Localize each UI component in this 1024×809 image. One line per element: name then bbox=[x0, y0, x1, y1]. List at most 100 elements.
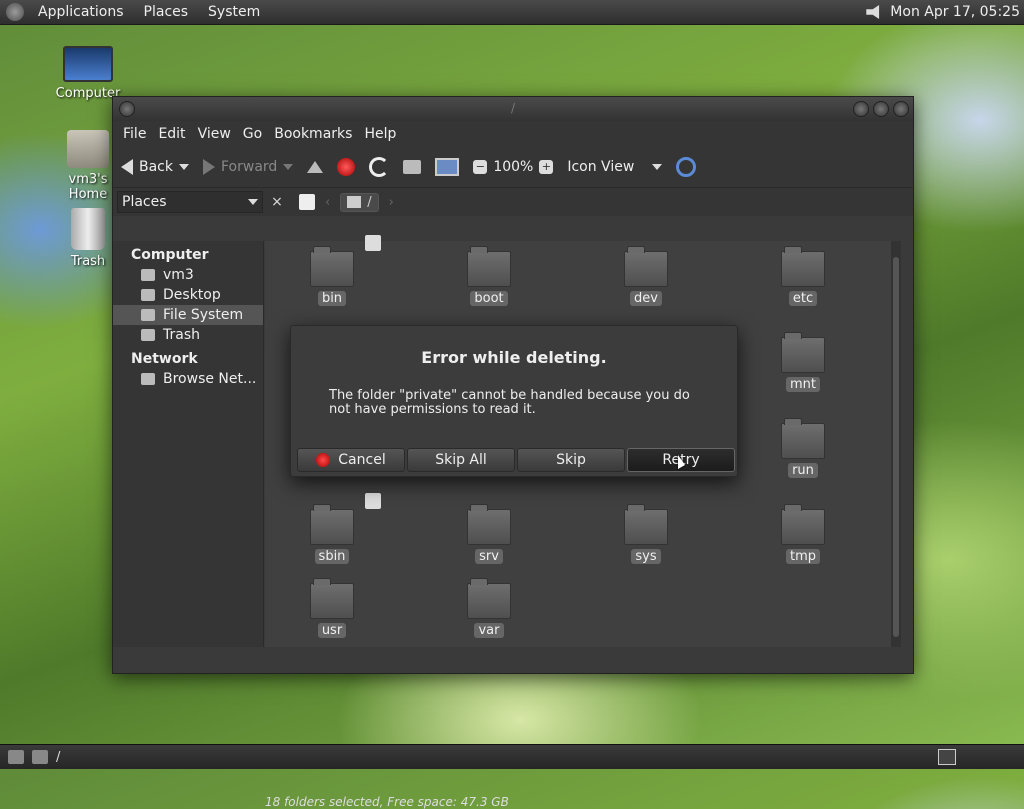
skip-all-label: Skip All bbox=[435, 452, 487, 468]
network-icon bbox=[141, 373, 155, 385]
menu-bookmarks[interactable]: Bookmarks bbox=[268, 126, 358, 142]
stop-icon bbox=[316, 453, 331, 467]
zoom-level[interactable]: 100% bbox=[493, 159, 533, 175]
folder-label: sbin bbox=[314, 549, 350, 564]
up-button[interactable] bbox=[307, 161, 324, 173]
forward-history-dropdown-icon[interactable] bbox=[283, 164, 294, 170]
folder-sbin[interactable]: sbin bbox=[287, 504, 377, 564]
skip-all-button[interactable]: Skip All bbox=[407, 448, 515, 472]
folder-icon bbox=[781, 332, 825, 373]
dialog-buttons: Cancel Skip All Skip Retry bbox=[297, 448, 735, 472]
sidebar-item-label: File System bbox=[163, 307, 244, 323]
taskbar-window-title[interactable]: / bbox=[56, 750, 60, 765]
folder-bin[interactable]: bin bbox=[287, 246, 377, 306]
home-icon bbox=[141, 269, 155, 281]
view-mode-label: Icon View bbox=[567, 159, 635, 175]
drive-icon bbox=[141, 309, 155, 321]
menu-edit[interactable]: Edit bbox=[152, 126, 191, 142]
workspace-switcher-icon[interactable] bbox=[938, 749, 956, 765]
folder-icon[interactable] bbox=[32, 750, 48, 764]
sidebar-type-select[interactable]: Places bbox=[117, 191, 263, 213]
folder-dev[interactable]: dev bbox=[601, 246, 691, 306]
menu-view[interactable]: View bbox=[192, 126, 237, 142]
folder-run[interactable]: run bbox=[758, 418, 848, 478]
system-logo-icon[interactable] bbox=[6, 3, 24, 21]
top-panel: Applications Places System Mon Apr 17, 0… bbox=[0, 0, 1024, 25]
folder-label: boot bbox=[470, 291, 508, 306]
close-button[interactable] bbox=[893, 101, 909, 117]
applications-menu[interactable]: Applications bbox=[32, 4, 130, 20]
window-menu-button[interactable] bbox=[119, 101, 135, 117]
folder-icon bbox=[310, 246, 354, 287]
minimize-button[interactable] bbox=[853, 101, 869, 117]
folder-var[interactable]: var bbox=[444, 578, 534, 638]
path-bar: ‹ / › bbox=[299, 192, 394, 212]
sidebar-item-desktop[interactable]: Desktop bbox=[113, 285, 263, 305]
folder-usr[interactable]: usr bbox=[287, 578, 377, 638]
folder-etc[interactable]: etc bbox=[758, 246, 848, 306]
folder-mnt[interactable]: mnt bbox=[758, 332, 848, 392]
sidebar-type-label: Places bbox=[122, 194, 167, 210]
forward-button[interactable]: Forward bbox=[203, 159, 294, 175]
show-desktop-icon[interactable] bbox=[8, 750, 24, 764]
clock[interactable]: Mon Apr 17, 05:25 bbox=[890, 4, 1020, 20]
folder-boot[interactable]: boot bbox=[444, 246, 534, 306]
sidebar-header-computer: Computer bbox=[131, 247, 209, 263]
forward-arrow-icon bbox=[203, 159, 215, 175]
folder-icon bbox=[467, 578, 511, 619]
vertical-scrollbar[interactable] bbox=[891, 241, 901, 647]
close-sidebar-button[interactable]: × bbox=[267, 191, 287, 213]
bottom-panel: / bbox=[0, 744, 1024, 769]
desktop-icon-computer[interactable]: Computer bbox=[48, 46, 128, 101]
zoom-in-icon[interactable]: + bbox=[539, 160, 554, 174]
reload-button[interactable] bbox=[369, 157, 390, 177]
edit-location-icon[interactable] bbox=[299, 194, 315, 210]
folder-sys[interactable]: sys bbox=[601, 504, 691, 564]
folder-tmp[interactable]: tmp bbox=[758, 504, 848, 564]
stop-icon bbox=[337, 158, 356, 176]
sidebar-item-label: Trash bbox=[163, 327, 200, 343]
cancel-label: Cancel bbox=[338, 452, 386, 468]
places-menu[interactable]: Places bbox=[138, 4, 195, 20]
places-sidebar: Computer vm3 Desktop File System Trash N… bbox=[113, 241, 264, 647]
search-icon bbox=[676, 157, 697, 177]
trash-icon bbox=[141, 329, 155, 341]
folder-label: mnt bbox=[786, 377, 820, 392]
window-title: / bbox=[510, 101, 516, 115]
menu-file[interactable]: File bbox=[117, 126, 152, 142]
menu-go[interactable]: Go bbox=[237, 126, 268, 142]
toolbar: Back Forward − 100% + Icon View bbox=[113, 147, 913, 188]
path-crumb-root[interactable]: / bbox=[340, 192, 379, 212]
maximize-button[interactable] bbox=[873, 101, 889, 117]
path-scroll-right-icon[interactable]: › bbox=[389, 195, 394, 210]
folder-icon bbox=[624, 504, 668, 545]
sidebar-item-vm3[interactable]: vm3 bbox=[113, 265, 263, 285]
sidebar-item-browse-network[interactable]: Browse Net... bbox=[113, 369, 263, 389]
mouse-cursor-icon bbox=[678, 455, 685, 469]
home-button[interactable] bbox=[403, 160, 422, 174]
error-dialog: Error while deleting. The folder "privat… bbox=[290, 325, 738, 477]
skip-button[interactable]: Skip bbox=[517, 448, 625, 472]
volume-icon[interactable] bbox=[866, 5, 880, 19]
computer-button[interactable] bbox=[435, 158, 460, 176]
system-menu[interactable]: System bbox=[202, 4, 266, 20]
sidebar-item-file-system[interactable]: File System bbox=[113, 305, 263, 325]
folder-label: tmp bbox=[785, 549, 820, 564]
path-scroll-left-icon[interactable]: ‹ bbox=[325, 195, 330, 210]
cancel-button[interactable]: Cancel bbox=[297, 448, 405, 472]
window-titlebar[interactable]: / bbox=[113, 97, 913, 121]
back-arrow-icon bbox=[121, 159, 133, 175]
folder-srv[interactable]: srv bbox=[444, 504, 534, 564]
sidebar-item-trash[interactable]: Trash bbox=[113, 325, 263, 345]
zoom-out-icon[interactable]: − bbox=[473, 160, 488, 174]
back-button[interactable]: Back bbox=[121, 159, 189, 175]
folder-label: var bbox=[474, 623, 504, 638]
view-mode-select[interactable]: Icon View bbox=[567, 159, 663, 175]
scrollbar-thumb[interactable] bbox=[893, 257, 899, 637]
status-bar-text: 18 folders selected, Free space: 47.3 GB bbox=[265, 795, 509, 809]
desktop-icon-label: Computer bbox=[55, 86, 121, 101]
menu-help[interactable]: Help bbox=[358, 126, 402, 142]
stop-button[interactable] bbox=[337, 158, 356, 176]
search-button[interactable] bbox=[676, 157, 697, 177]
back-history-dropdown-icon[interactable] bbox=[179, 164, 189, 170]
